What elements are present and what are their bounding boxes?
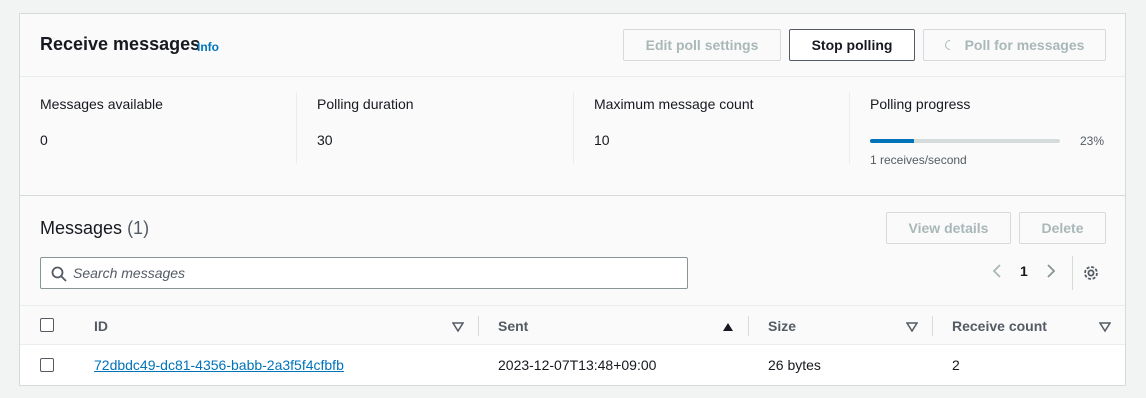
messages-count: (1) [127,218,150,238]
stat-maximum-message-count: Maximum message count 10 [594,96,754,148]
search-icon [51,266,67,282]
poll-for-messages-label: Poll for messages [964,37,1085,53]
chevron-right-icon[interactable] [1045,263,1057,282]
stat-messages-available: Messages available 0 [40,96,163,148]
poll-for-messages-button[interactable]: Poll for messages [923,29,1106,61]
pager-divider [1072,256,1073,290]
search-input[interactable] [73,258,673,288]
column-divider [932,316,933,336]
progress-percent: 23% [1080,134,1105,148]
stat-polling-duration: Polling duration 30 [317,96,414,148]
message-sent: 2023-12-07T13:48+09:00 [498,357,657,373]
messages-title: Messages (1) [40,218,149,239]
stat-label: Polling progress [870,96,971,112]
column-divider [478,316,479,336]
stat-divider [296,92,297,164]
stat-polling-progress: Polling progress [870,96,970,112]
table-header: ID Sent Size Receive count [20,305,1125,345]
progress-bar-fill [870,139,914,143]
caret-down-outline-icon[interactable] [451,320,465,333]
stop-polling-button[interactable]: Stop polling [789,29,915,61]
column-divider [748,316,749,336]
column-header-size[interactable]: Size [768,318,796,334]
column-header-id[interactable]: ID [94,318,108,334]
select-all-checkbox[interactable] [40,318,54,332]
caret-down-outline-icon[interactable] [905,320,919,333]
page-title: Receive messages [40,34,201,54]
stat-value: 0 [40,132,48,148]
stat-value: 10 [594,132,610,148]
caret-up-filled-icon[interactable] [722,320,734,332]
stat-divider [573,92,574,164]
progress-description: 1 receives/second [870,153,967,167]
chevron-left-icon[interactable] [991,263,1003,282]
panel-header: Receive messages Info Edit poll settings… [20,14,1125,77]
search-box[interactable] [40,257,688,289]
delete-button[interactable]: Delete [1019,212,1106,244]
column-header-receive-count[interactable]: Receive count [952,318,1047,334]
messages-section: Messages (1) View details Delete 1 ID Se… [19,196,1126,386]
progress-bar [870,139,1060,143]
message-receive-count: 2 [952,357,960,373]
gear-icon[interactable] [1082,264,1100,282]
stat-value: 30 [317,132,333,148]
message-size: 26 bytes [768,357,821,373]
column-header-sent[interactable]: Sent [498,318,528,334]
info-link[interactable]: Info [197,40,219,54]
table-row[interactable]: 72dbdc49-dc81-4356-babb-2a3f5f4cfbfb 202… [20,345,1125,385]
row-checkbox[interactable] [40,358,54,372]
edit-poll-settings-button[interactable]: Edit poll settings [623,29,781,61]
pagination-current-page[interactable]: 1 [1020,263,1028,279]
stat-divider [849,92,850,164]
messages-title-label: Messages [40,218,123,238]
stat-label: Messages available [40,96,163,112]
view-details-button[interactable]: View details [886,212,1011,244]
stat-label: Polling duration [317,96,414,112]
stat-label: Maximum message count [594,96,754,112]
message-id-link[interactable]: 72dbdc49-dc81-4356-babb-2a3f5f4cfbfb [94,357,344,373]
spinner-icon [942,37,957,53]
caret-down-outline-icon[interactable] [1098,320,1112,333]
